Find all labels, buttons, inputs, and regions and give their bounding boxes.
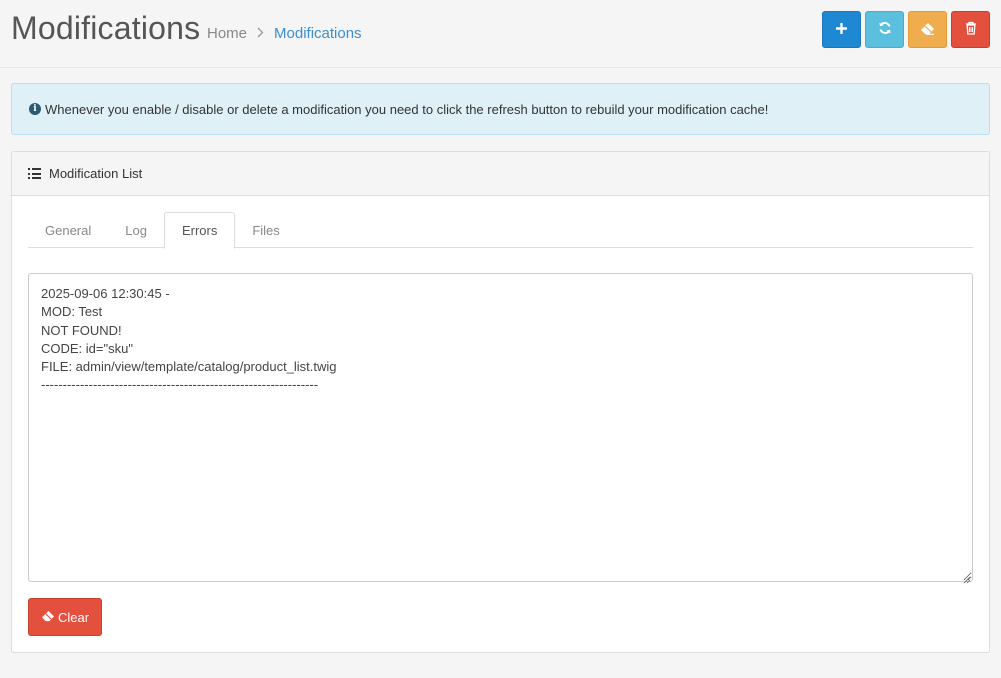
breadcrumb-separator <box>257 26 264 41</box>
clear-cache-button[interactable] <box>908 11 947 48</box>
add-button[interactable] <box>822 11 861 48</box>
tab-bar: General Log Errors Files <box>28 212 973 249</box>
eraser-icon <box>41 610 55 625</box>
page-title: Modifications <box>11 10 201 46</box>
trash-icon <box>965 21 977 38</box>
breadcrumb-home-link[interactable]: Home <box>207 25 247 42</box>
eraser-icon <box>920 22 935 38</box>
alert-text: Whenever you enable / disable or delete … <box>45 101 769 117</box>
list-icon <box>28 168 41 179</box>
breadcrumb-modifications-link[interactable]: Modifications <box>274 25 362 42</box>
panel-title: Modification List <box>49 166 143 181</box>
tab-general[interactable]: General <box>28 212 108 248</box>
delete-button[interactable] <box>951 11 990 48</box>
tab-errors[interactable]: Errors <box>163 212 236 249</box>
resize-handle[interactable] <box>963 572 971 584</box>
info-alert: i Whenever you enable / disable or delet… <box>11 83 990 135</box>
tab-files[interactable]: Files <box>235 212 296 248</box>
clear-button-label: Clear <box>57 609 90 625</box>
refresh-icon <box>878 21 892 38</box>
plus-icon <box>835 22 848 38</box>
panel-heading: Modification List <box>12 152 989 196</box>
page-header: Modifications Home Modifications <box>0 0 1001 68</box>
clear-log-button[interactable]: Clear <box>28 598 102 636</box>
breadcrumb: Home Modifications <box>207 25 362 42</box>
refresh-button[interactable] <box>865 11 904 48</box>
info-circle-icon: i <box>29 103 41 115</box>
toolbar <box>822 11 990 48</box>
modification-list-panel: Modification List General Log Errors Fil… <box>11 151 990 653</box>
tab-log[interactable]: Log <box>108 212 164 248</box>
error-log-textarea[interactable]: 2025-09-06 12:30:45 - MOD: Test NOT FOUN… <box>28 273 973 582</box>
